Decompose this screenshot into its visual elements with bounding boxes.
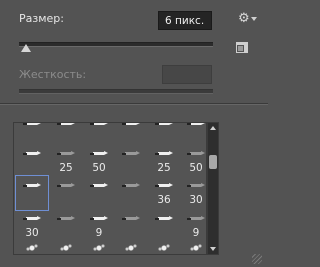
brush-preset-item[interactable]: 25 — [50, 144, 82, 178]
brush-tip-icon — [187, 181, 205, 189]
brush-tip-icon — [23, 214, 41, 222]
brush-size-label: 50 — [92, 162, 106, 174]
scatter-brush-icon — [188, 243, 204, 253]
brush-tip-icon — [155, 149, 173, 157]
brush-preset-item[interactable] — [148, 209, 180, 243]
size-slider[interactable] — [19, 42, 213, 47]
brush-preset-item[interactable] — [115, 209, 147, 243]
brush-preset-grid: 25 50 25 50 36 30 30 9 9 — [13, 122, 207, 255]
brush-preset-item[interactable]: 25 — [148, 144, 180, 178]
brush-size-label: 9 — [95, 227, 103, 239]
brush-tip-icon — [122, 214, 140, 222]
brush-tip-icon — [90, 123, 108, 127]
scatter-brush-icon — [91, 243, 107, 253]
brush-tip-icon — [155, 123, 173, 127]
brush-preset-item[interactable] — [50, 209, 82, 243]
brush-size-label: 50 — [189, 162, 203, 174]
brush-tip-icon — [57, 149, 75, 157]
brush-tip-icon — [90, 214, 108, 222]
brush-tip-icon — [187, 214, 205, 222]
divider — [0, 103, 268, 105]
brush-preset-item[interactable] — [115, 240, 147, 254]
brush-preset-item[interactable] — [83, 240, 115, 254]
scroll-up-icon[interactable] — [210, 126, 216, 130]
brush-tip-icon — [90, 149, 108, 157]
brush-size-label: 30 — [189, 194, 203, 206]
brush-preset-item[interactable]: 50 — [180, 144, 206, 178]
brush-preset-item[interactable] — [180, 240, 206, 254]
brush-preset-item[interactable] — [16, 240, 48, 254]
brush-size-label: 36 — [157, 194, 171, 206]
brush-size-label: 25 — [59, 162, 73, 174]
hardness-label: Жесткость: — [19, 68, 87, 81]
size-label: Размер: — [19, 12, 64, 25]
brush-preset-item[interactable]: 30 — [16, 209, 48, 243]
brush-preset-panel: Размер: ⚙ Жесткость: 25 50 25 50 36 30 30 9 9 — [0, 0, 268, 267]
brush-preset-item[interactable] — [115, 176, 147, 210]
brush-tip-icon — [57, 123, 75, 127]
hardness-input — [162, 65, 212, 84]
brush-size-label: 9 — [192, 227, 200, 239]
brush-preset-item[interactable]: 9 — [83, 209, 115, 243]
brush-preset-item[interactable] — [148, 240, 180, 254]
brush-preset-item[interactable]: 9 — [180, 209, 206, 243]
brush-tip-icon — [187, 149, 205, 157]
hardness-slider — [19, 89, 213, 94]
scatter-brush-icon — [123, 243, 139, 253]
brush-preset-item[interactable] — [50, 240, 82, 254]
brush-preset-item[interactable] — [115, 144, 147, 178]
resize-grip-icon[interactable] — [252, 254, 262, 264]
brush-tip-icon — [155, 214, 173, 222]
brush-tip-icon — [187, 123, 205, 127]
scatter-brush-icon — [24, 243, 40, 253]
brush-preset-item[interactable]: 30 — [180, 176, 206, 210]
scroll-down-icon[interactable] — [210, 247, 216, 251]
chevron-down-icon — [251, 17, 257, 21]
brush-tip-icon — [90, 181, 108, 189]
brush-tip-icon — [155, 181, 173, 189]
brush-preset-item[interactable] — [16, 144, 48, 178]
brush-tip-icon — [57, 181, 75, 189]
size-slider-thumb[interactable] — [21, 44, 31, 52]
gear-icon: ⚙ — [238, 11, 250, 26]
scatter-brush-icon — [156, 243, 172, 253]
brush-tip-icon — [57, 214, 75, 222]
new-preset-icon[interactable] — [236, 42, 248, 53]
settings-menu-button[interactable]: ⚙ — [238, 11, 258, 27]
brush-preset-item[interactable]: 36 — [148, 176, 180, 210]
brush-tip-icon — [122, 149, 140, 157]
brush-tip-icon — [23, 149, 41, 157]
grid-scrollbar[interactable] — [207, 122, 219, 255]
brush-tip-icon — [23, 123, 41, 127]
size-input[interactable] — [158, 11, 212, 30]
brush-preset-item[interactable] — [50, 176, 82, 210]
scroll-thumb[interactable] — [209, 155, 217, 169]
brush-tip-icon — [23, 181, 41, 189]
scatter-brush-icon — [58, 243, 74, 253]
brush-preset-item[interactable]: 50 — [83, 144, 115, 178]
brush-tip-icon — [122, 181, 140, 189]
brush-size-label: 30 — [25, 227, 39, 239]
brush-tip-icon — [122, 123, 140, 127]
brush-size-label: 25 — [157, 162, 171, 174]
brush-preset-item[interactable] — [83, 176, 115, 210]
brush-preset-item[interactable] — [15, 175, 49, 211]
